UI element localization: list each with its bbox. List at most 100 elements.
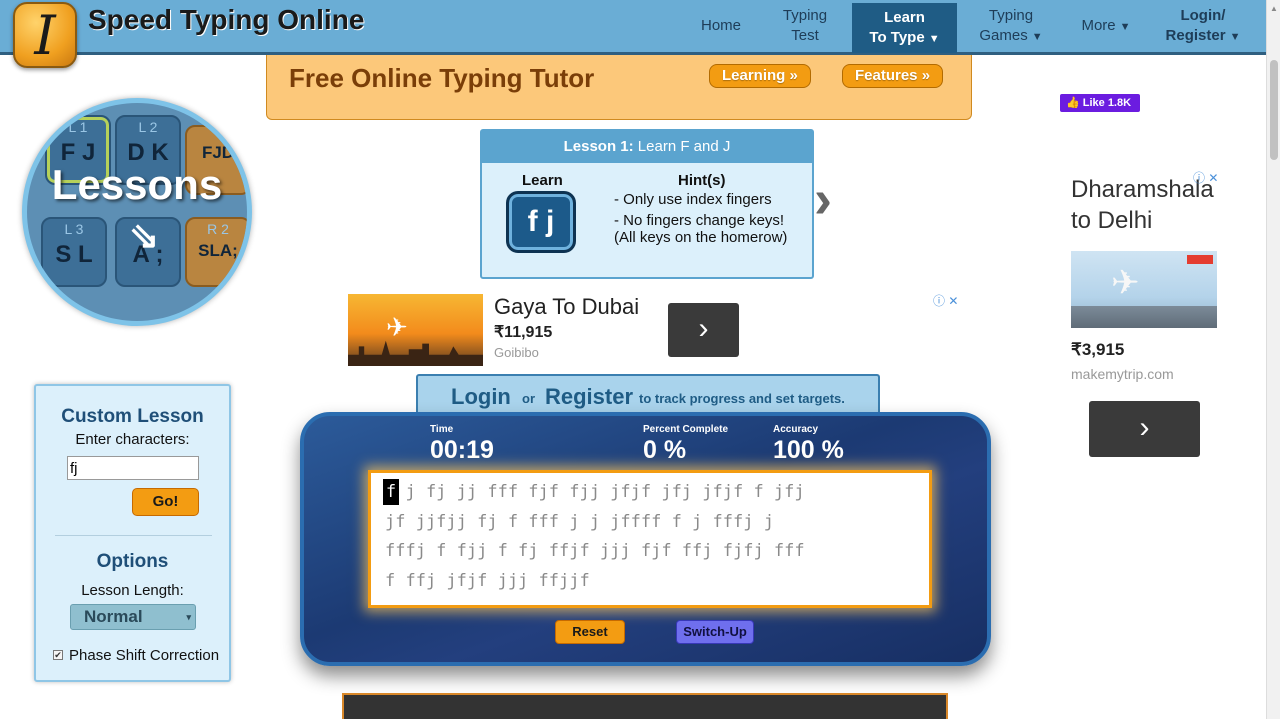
custom-lesson-title: Custom Lesson	[61, 406, 204, 427]
custom-lesson-subtitle: Enter characters:	[75, 431, 190, 448]
lessons-graphic[interactable]: L 1F J L 2D K FJD L 3S L A ; R 2 SLA; Les…	[22, 98, 252, 326]
phase-shift-label[interactable]: Phase Shift Correction	[69, 647, 219, 664]
logo[interactable]: I	[13, 2, 77, 68]
hint-line: - Only use index fingers	[614, 191, 772, 208]
airplane-icon: ✈	[386, 312, 408, 342]
ad-title[interactable]: Gaya To Dubai	[494, 294, 639, 320]
key-l2-label: L 2	[138, 119, 158, 135]
key-l3: L 3 S L	[41, 217, 107, 287]
side-ad-price: ₹3,915	[1071, 340, 1125, 359]
typing-line: j fj jj fff fjf fjj jfjf jfj jfjf f jfj	[385, 482, 805, 502]
ad-choices-icon[interactable]: ⓘ ✕	[1193, 169, 1218, 186]
next-lesson-chevron-icon[interactable]: ›	[814, 168, 832, 230]
lesson-number: Lesson 1:	[563, 138, 634, 155]
ad-go-button[interactable]: ›	[668, 303, 739, 357]
nav-more-label: More	[1081, 16, 1116, 34]
chevron-down-icon: ▾	[186, 612, 191, 622]
side-ad-title-line2: to Delhi	[1071, 207, 1153, 234]
brand-badge	[1187, 255, 1213, 264]
site-title[interactable]: Speed Typing Online	[88, 4, 364, 36]
facebook-like-button[interactable]: 👍 Like 1.8K	[1060, 94, 1140, 112]
nav-learn-to-type[interactable]: Learn To Type ▼	[852, 3, 957, 53]
switch-up-button[interactable]: Switch-Up	[676, 620, 754, 644]
custom-lesson-panel: Custom Lesson Enter characters: Go! Opti…	[34, 384, 231, 682]
divider	[55, 535, 212, 536]
key-r2-value: SLA;	[198, 241, 238, 260]
key-l3-value: S L	[55, 241, 93, 268]
side-ad-source: makemytrip.com	[1071, 366, 1174, 382]
lesson-length-label: Lesson Length:	[81, 582, 184, 599]
time-label: Time	[430, 424, 454, 435]
accuracy-value: 100 %	[773, 436, 844, 464]
percent-label: Percent Complete	[643, 424, 729, 435]
key-review1-value: FJD	[201, 143, 235, 162]
ad-banner[interactable]: ✈ Gaya To Dubai ₹11,915 Goibibo › ⓘ ✕	[347, 292, 959, 368]
lessons-word: Lessons	[51, 161, 223, 208]
features-button[interactable]: Features »	[842, 64, 944, 88]
chevron-down-icon: ▼	[1119, 20, 1131, 33]
nav-home-label: Home	[700, 17, 741, 34]
nav-typing-games[interactable]: Typing Games ▼	[970, 0, 1052, 52]
logo-letter: I	[34, 4, 56, 67]
login-link[interactable]: Login	[451, 384, 511, 410]
nav-login-register[interactable]: Login/Register ▼	[1158, 0, 1248, 52]
airplane-icon: ✈	[1111, 264, 1140, 302]
custom-characters-input[interactable]	[67, 456, 199, 480]
learn-label: Learn	[522, 172, 563, 189]
scroll-up-icon[interactable]: ▲	[1270, 4, 1278, 13]
or-text: or	[522, 391, 535, 406]
page-scrollbar[interactable]: ▲	[1266, 0, 1280, 719]
ad-choices-icon[interactable]: ⓘ ✕	[933, 292, 958, 309]
typing-line: jf jjfjj fj f fff j j jffff f j fffj j	[385, 512, 774, 532]
nav-typing-test-line1: Typing	[782, 7, 828, 24]
hint-line: - No fingers change keys!	[614, 212, 785, 229]
time-value: 00:19	[430, 436, 494, 464]
lesson-card: Lesson 1: Learn F and J Learn f j Hint(s…	[480, 129, 814, 279]
percent-value: 0 %	[643, 436, 687, 464]
hint-line: (All keys on the homerow)	[614, 229, 788, 246]
key-l1-label: L 1	[68, 119, 88, 135]
key-r2-label: R 2	[207, 221, 229, 237]
skyline-graphic	[348, 340, 483, 366]
reset-button[interactable]: Reset	[555, 620, 625, 644]
login-prompt-text: to track progress and set targets.	[639, 391, 845, 406]
scrollbar-thumb[interactable]	[1270, 60, 1278, 160]
nav-more[interactable]: More ▼	[1072, 0, 1140, 52]
ad-source: Goibibo	[494, 345, 539, 360]
nav-typing-test[interactable]: Typing Test	[770, 0, 840, 52]
runway-graphic	[1071, 306, 1217, 328]
nav-login-line1: Login/	[1180, 6, 1226, 24]
site-header: Speed Typing Online Home Typing Test Lear…	[0, 0, 1266, 55]
ad-image: ✈	[348, 294, 483, 366]
options-title: Options	[96, 551, 169, 572]
key-l3-label: L 3	[64, 221, 84, 237]
phase-shift-checkbox[interactable]: ✔	[53, 650, 63, 660]
login-prompt: Login or Register to track progress and …	[416, 374, 880, 412]
nav-games-line1: Typing	[988, 6, 1034, 24]
lesson-length-value: Normal	[84, 607, 143, 626]
chevron-down-icon: ▼	[928, 32, 940, 45]
side-ad-image[interactable]: ✈	[1071, 251, 1217, 328]
lesson-heading: Lesson 1: Learn F and J	[482, 131, 812, 163]
typing-line: fffj f fjj f fj ffjf jjj fjf ffj fjfj ff…	[385, 541, 805, 561]
hint-title: Hint(s)	[678, 172, 726, 189]
key-r2: R 2 SLA;	[185, 217, 247, 287]
tutor-title: Free Online Typing Tutor	[289, 63, 595, 93]
nav-learn-line2: To Type	[869, 28, 925, 46]
chevron-down-icon: ▼	[1229, 30, 1241, 43]
typing-text-area[interactable]: f j fj jj fff fjf fjj jfjf jfj jfjf f jf…	[368, 470, 932, 608]
nav-home[interactable]: Home	[693, 0, 749, 52]
learn-key-icon: f j	[506, 191, 576, 253]
go-button[interactable]: Go!	[132, 488, 199, 516]
typing-line: f ffj jfjf jjj ffjjf	[385, 571, 590, 591]
arrow-down-right-icon: ⇘	[129, 215, 160, 256]
side-ad-go-button[interactable]: ›	[1089, 401, 1200, 457]
register-link[interactable]: Register	[545, 384, 633, 410]
lesson-length-select[interactable]: Normal ▾	[70, 604, 196, 630]
learning-button[interactable]: Learning »	[709, 64, 811, 88]
nav-games-line2: Games	[979, 26, 1028, 44]
accuracy-label: Accuracy	[773, 424, 819, 435]
typing-panel: Time 00:19 Percent Complete 0 % Accuracy…	[300, 412, 991, 666]
nav-learn-line1: Learn	[884, 8, 925, 26]
chevron-down-icon: ▼	[1031, 30, 1043, 43]
